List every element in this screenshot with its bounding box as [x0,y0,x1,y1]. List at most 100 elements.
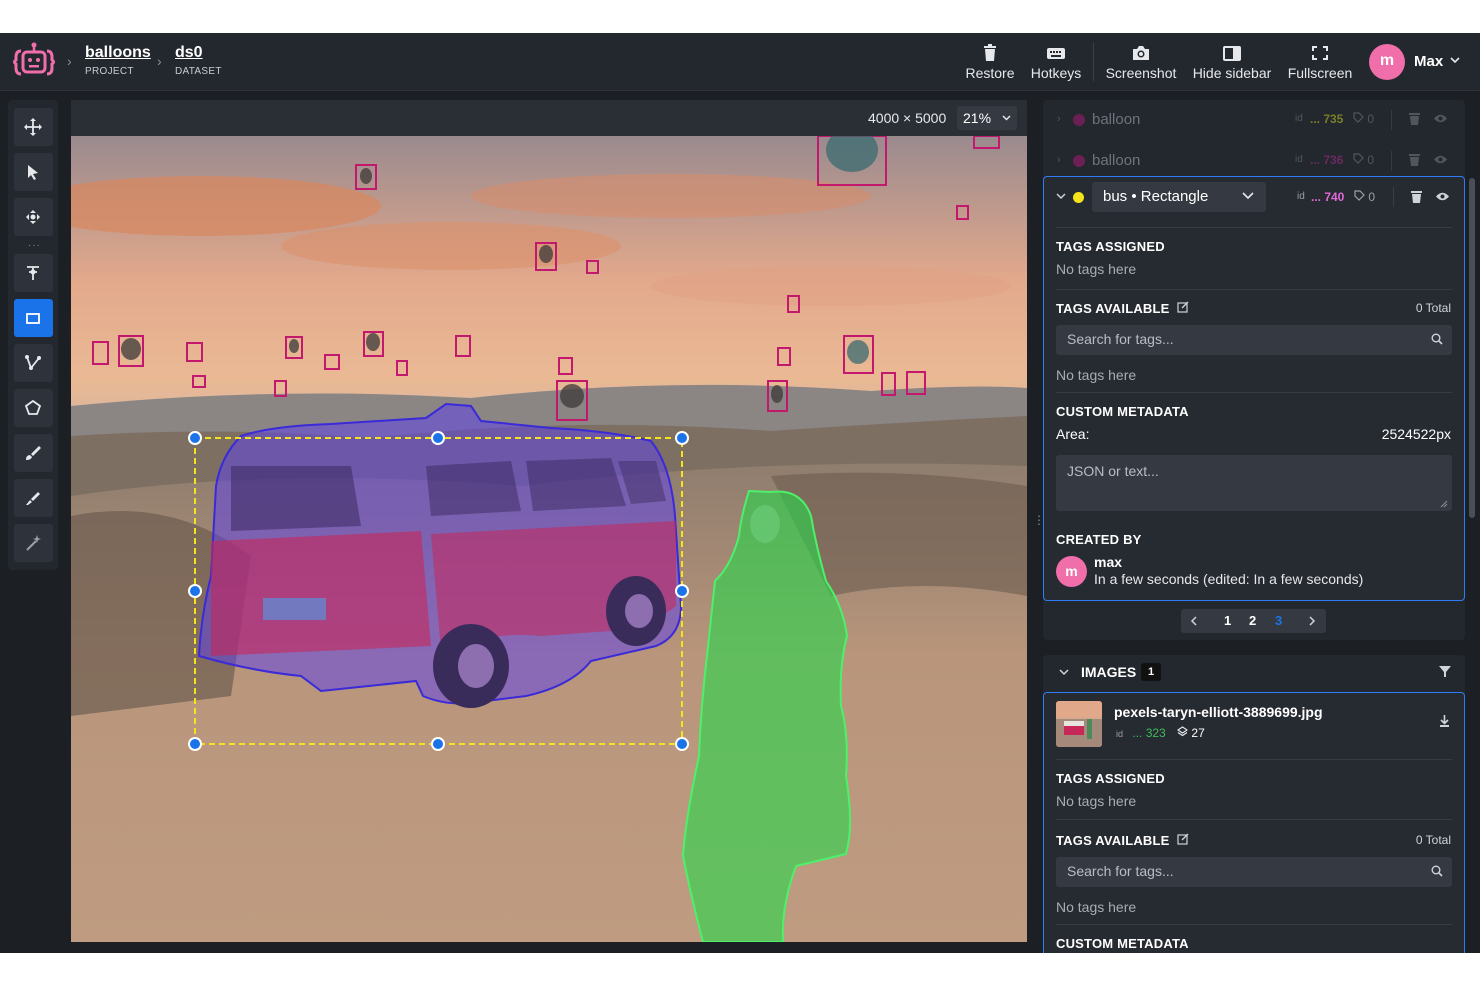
annotation-canvas[interactable] [71,136,1027,942]
chevron-down-icon[interactable] [1059,668,1069,676]
image-item-card[interactable]: pexels-taryn-elliott-3889699.jpg id ... … [1043,692,1465,953]
edit-icon[interactable] [1177,301,1189,313]
section-divider [1056,819,1452,820]
tags-assigned-empty: No tags here [1056,261,1137,277]
resize-grip-icon[interactable] [1440,500,1448,508]
id-label: id [1295,113,1303,124]
breadcrumb-separator-icon: › [157,53,162,69]
brush-tool-button[interactable] [14,434,53,472]
image-meta: id ... 323 27 [1116,726,1205,740]
tags-available-total: 0 Total [1415,301,1451,315]
smart-tool-button[interactable] [14,524,53,562]
fullscreen-label: Fullscreen [1287,65,1353,81]
tag-search-input[interactable]: Search for tags... [1056,325,1452,355]
section-divider [1056,924,1452,925]
area-label: Area: [1056,426,1090,442]
chevron-right-icon[interactable]: › [1057,154,1061,166]
search-icon [1431,333,1443,345]
user-avatar[interactable]: m [1369,44,1405,80]
project-name[interactable]: balloons [85,44,151,62]
trash-icon[interactable] [1409,112,1420,125]
project-kind: PROJECT [85,66,134,77]
images-title: IMAGES [1081,664,1137,680]
polyline-tool-button[interactable] [14,344,53,382]
images-panel-header[interactable]: IMAGES 1 [1043,655,1465,689]
image-tag-search-input[interactable]: Search for tags... [1056,857,1452,887]
creator-name: max [1094,554,1123,570]
trash-icon[interactable] [1411,190,1422,203]
magic-wand-icon [26,535,41,551]
search-icon [1431,865,1443,877]
page-button-2[interactable]: 2 [1249,613,1256,628]
annotation-app: › balloons PROJECT › ds0 DATASET Restore… [0,33,1480,953]
pan-tool-button[interactable] [14,108,53,146]
page-button-1[interactable]: 1 [1224,613,1231,628]
image-id: ... 323 [1132,726,1166,740]
tag-icon [1354,190,1365,201]
cursor-arrow-icon [28,165,38,180]
hide-sidebar-label: Hide sidebar [1192,65,1272,81]
screenshot-button[interactable]: Screenshot [1104,43,1178,83]
object-id: ... 736 [1310,153,1344,167]
download-icon[interactable] [1439,715,1450,727]
id-label: id [1297,191,1305,202]
image-tags-assigned-title: TAGS ASSIGNED [1056,771,1165,786]
tag-icon [1353,153,1364,164]
trash-icon[interactable] [1409,153,1420,166]
polyline-icon [25,355,41,370]
chevron-down-icon[interactable] [1450,55,1460,65]
user-name[interactable]: Max [1414,53,1443,70]
dataset-name[interactable]: ds0 [175,44,222,62]
page-button-3[interactable]: 3 [1275,613,1282,628]
filter-icon[interactable] [1439,665,1451,678]
restore-button[interactable]: Restore [962,43,1018,83]
screenshot-label: Screenshot [1105,65,1177,81]
fullscreen-button[interactable]: Fullscreen [1286,43,1354,83]
object-label: balloon [1092,152,1141,169]
section-divider [1056,392,1452,393]
pin-point-icon [27,266,39,280]
metadata-textarea[interactable]: JSON or text... [1056,455,1452,511]
header-divider [1093,43,1094,81]
trash-icon [984,44,996,61]
chevron-right-icon[interactable]: › [1057,113,1061,125]
drag-tool-button[interactable] [14,198,53,236]
id-label: id [1295,154,1303,165]
object-row[interactable]: › balloon id ... 736 0 [1043,141,1465,181]
chevron-right-icon[interactable] [1308,616,1316,626]
eraser-tool-button[interactable] [14,479,53,517]
object-row[interactable]: › balloon id ... 735 0 [1043,100,1465,140]
class-select-label: bus • Rectangle [1103,188,1209,205]
area-value: 2524522px [1381,426,1451,442]
image-custom-metadata-title: CUSTOM METADATA [1056,936,1189,951]
polygon-tool-button[interactable] [14,389,53,427]
select-tool-button[interactable] [14,153,53,191]
restore-label: Restore [965,65,1015,81]
eye-icon[interactable] [1435,191,1450,202]
chevron-down-icon[interactable] [1056,191,1066,201]
class-select[interactable]: bus • Rectangle [1092,182,1266,212]
breadcrumb-separator-icon: › [67,53,72,69]
eye-icon[interactable] [1433,154,1448,165]
image-thumbnail[interactable] [1056,701,1102,747]
breadcrumb-project[interactable]: balloons PROJECT [85,44,151,77]
class-color-dot [1073,114,1085,126]
move-arrows-icon [24,118,42,136]
zoom-select[interactable]: 21% [957,106,1017,130]
robot-logo-icon[interactable] [12,41,56,83]
image-tags-available-empty: No tags here [1056,899,1137,915]
edit-icon[interactable] [1177,833,1189,845]
rectangle-tool-button[interactable] [14,299,53,337]
eye-icon[interactable] [1433,113,1448,124]
more-tools-icon[interactable]: ··· [28,240,41,251]
brush-icon [26,446,41,460]
hide-sidebar-button[interactable]: Hide sidebar [1191,43,1273,83]
chevron-left-icon[interactable] [1190,616,1198,626]
point-tool-button[interactable] [14,254,53,292]
keyboard-icon [1047,48,1065,59]
breadcrumb-dataset[interactable]: ds0 DATASET [175,44,222,77]
annotated-image[interactable] [71,136,1027,942]
created-by-title: CREATED BY [1056,532,1142,547]
hotkeys-button[interactable]: Hotkeys [1028,43,1084,83]
sidebar-scrollbar[interactable] [1469,178,1475,518]
